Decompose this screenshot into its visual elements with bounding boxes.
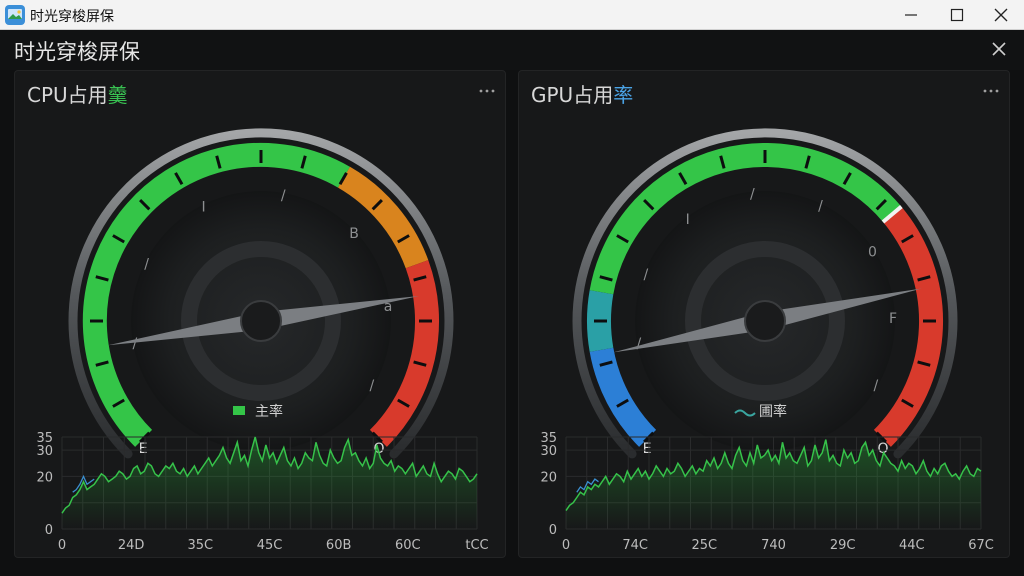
x-tick-label: 44C bbox=[899, 538, 925, 553]
x-tick-label: tCC bbox=[465, 538, 488, 553]
window-titlebar: 时光穿梭屏保 bbox=[0, 0, 1024, 30]
dial-label: / bbox=[750, 187, 755, 203]
close-icon bbox=[994, 8, 1008, 22]
x-tick-label: 74C bbox=[622, 538, 648, 553]
x-tick-label: 25C bbox=[692, 538, 718, 553]
needle-hub bbox=[240, 300, 282, 342]
gpu-gauge: //I//0F/圃率E O35302000 74C 25C 740 29C 44C 67C bbox=[540, 128, 994, 553]
maximize-icon bbox=[950, 8, 964, 22]
dial-label: / bbox=[874, 378, 879, 394]
dial-label: I bbox=[686, 212, 690, 228]
x-tick-label: 0 bbox=[562, 538, 570, 553]
x-tick-label: 60B bbox=[326, 538, 351, 553]
y-tick-label: 20 bbox=[540, 470, 557, 485]
legend-label: 圃率 bbox=[759, 403, 787, 420]
x-tick-label: 35C bbox=[188, 538, 214, 553]
x-tick-label: 0 bbox=[58, 538, 66, 553]
dial-label: B bbox=[349, 226, 359, 242]
y-tick-label: 30 bbox=[540, 444, 557, 459]
x-tick-label: 67C bbox=[968, 538, 994, 553]
dial-label: I bbox=[202, 200, 206, 216]
minimize-button[interactable] bbox=[888, 0, 934, 30]
end-label-left: E bbox=[139, 441, 148, 457]
y-tick-label: 0 bbox=[45, 523, 53, 538]
y-tick-label: 30 bbox=[36, 444, 53, 459]
legend-label: 主率 bbox=[255, 403, 283, 420]
cpu-panel: CPU占用羹 / / I / Ba / 主率 E O 35 30 20 0 0 24D 35C 45C 60B 60… bbox=[14, 70, 506, 558]
x-tick-label: 740 bbox=[761, 538, 786, 553]
dial-label: / bbox=[643, 267, 648, 283]
x-tick-label: 24D bbox=[118, 538, 145, 553]
window-close-button[interactable] bbox=[978, 0, 1024, 30]
window-title: 时光穿梭屏保 bbox=[30, 9, 114, 25]
x-tick-label: 29C bbox=[830, 538, 856, 553]
cpu-gauge: //I/Ba/主率E O35302000 24D 35C 45C 60B 60C tCC bbox=[36, 128, 489, 553]
needle-hub bbox=[744, 300, 786, 342]
app-icon bbox=[5, 5, 25, 25]
x-tick-label: 60C bbox=[395, 538, 421, 553]
dial-label: F bbox=[889, 311, 897, 327]
y-tick-label: 20 bbox=[36, 470, 53, 485]
dial-label: / bbox=[133, 336, 138, 352]
x-tick-label: 45C bbox=[257, 538, 283, 553]
maximize-button[interactable] bbox=[934, 0, 980, 30]
dial-label: / bbox=[637, 336, 642, 352]
app-header bbox=[0, 30, 1024, 70]
dial-label: 0 bbox=[868, 245, 877, 261]
dial-label: / bbox=[281, 188, 286, 204]
dial-label: / bbox=[144, 257, 149, 273]
y-tick-label: 0 bbox=[549, 523, 557, 538]
close-icon[interactable] bbox=[990, 40, 1008, 58]
end-label-left: E bbox=[643, 441, 652, 457]
dial-label: / bbox=[370, 378, 375, 394]
legend-swatch bbox=[233, 406, 245, 415]
page-title: 时光穿梭屏保 bbox=[14, 40, 140, 64]
dial-label: / bbox=[818, 199, 823, 215]
minimize-icon bbox=[905, 14, 917, 16]
gpu-panel: GPU占用率 / / I //0 F / 圃率 E O 35 30 20 0 0 74C 25C 740 29C 4… bbox=[518, 70, 1010, 558]
